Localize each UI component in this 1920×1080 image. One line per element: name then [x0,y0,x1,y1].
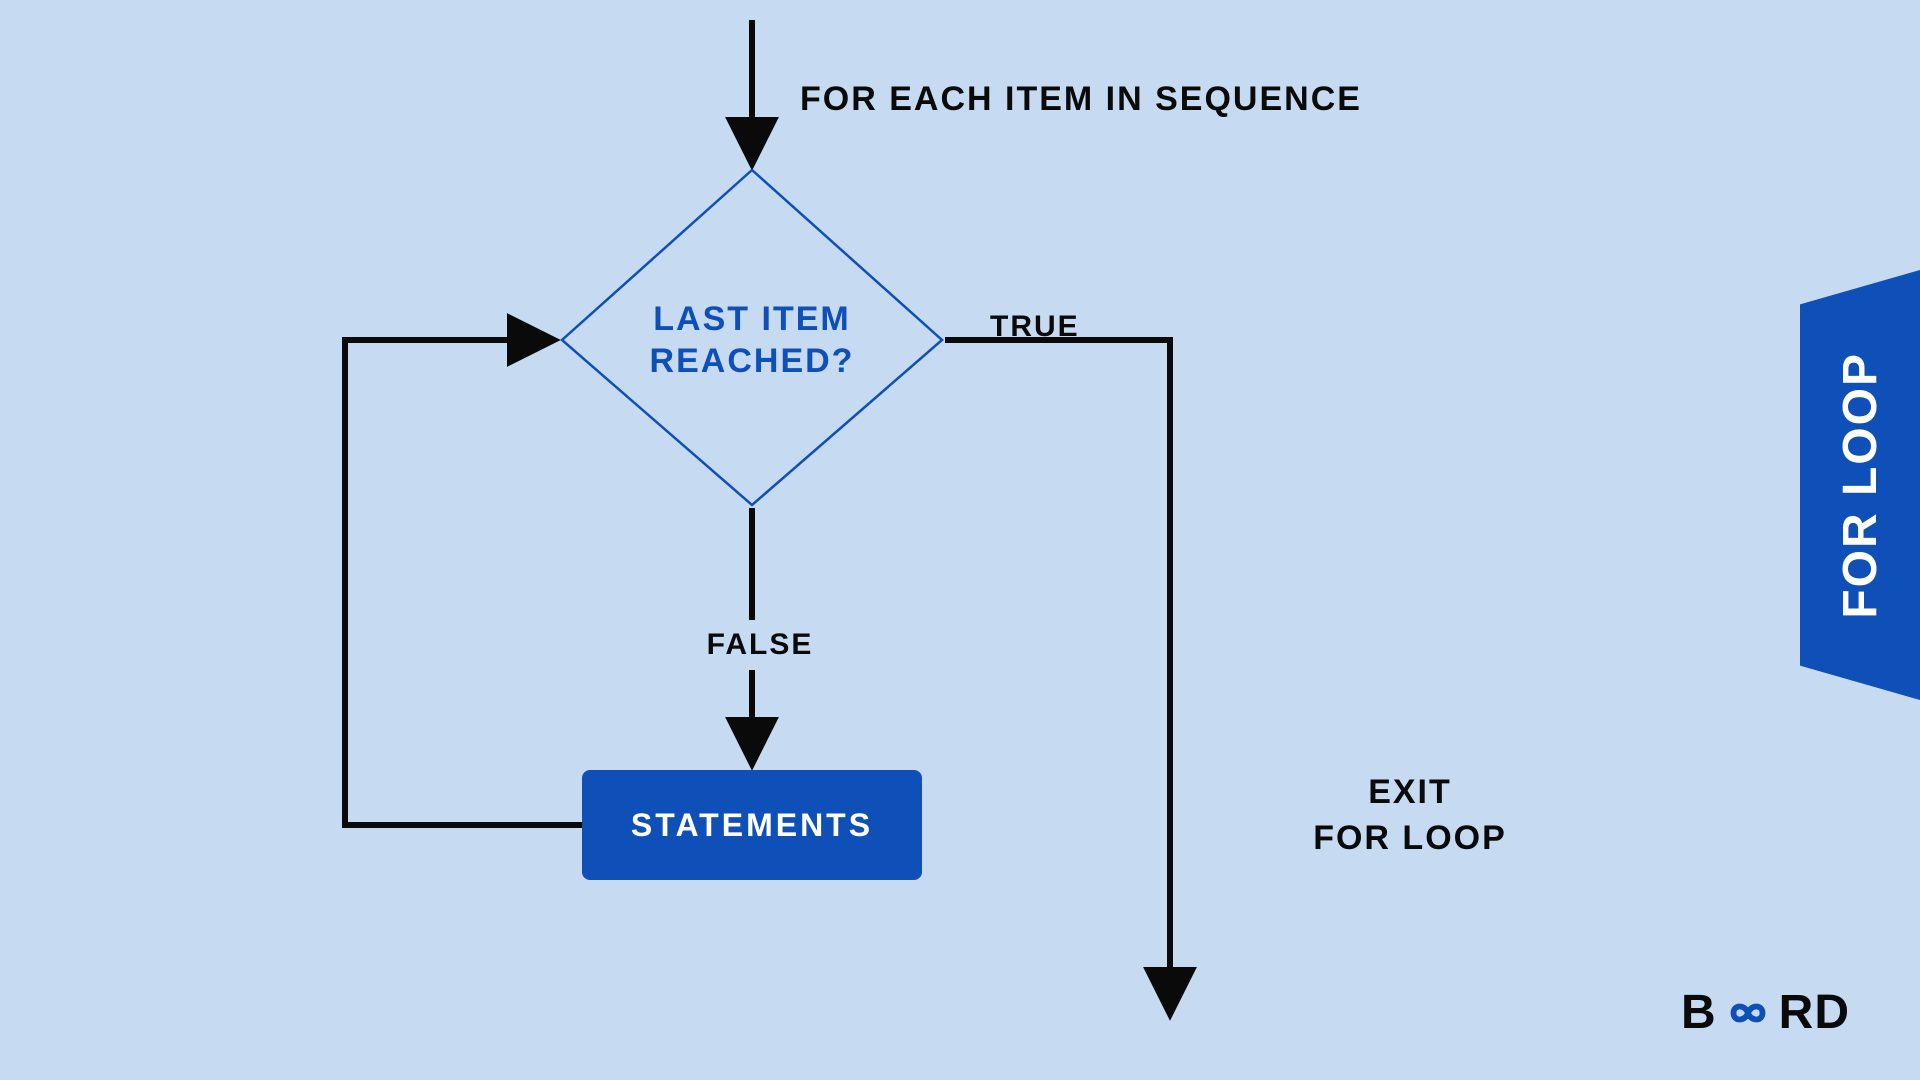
brand-right: RD [1779,985,1850,1040]
arrow-loop-back [345,340,582,825]
label-top-text: FOR EACH ITEM IN SEQUENCE [800,80,1362,118]
process-label: STATEMENTS [631,807,873,844]
label-true-text: TRUE [990,310,1080,343]
decision-line2: REACHED? [650,340,855,383]
infinity-icon [1719,995,1777,1031]
decision-node: LAST ITEM REACHED? [562,170,942,505]
brand-logo: B RD [1681,985,1850,1040]
arrow-decision-true [945,340,1170,1010]
side-tab: FOR LOOP [1800,270,1920,700]
label-true: TRUE [990,310,1160,360]
label-false-text: FALSE [707,628,814,662]
exit-line1: EXIT [1230,770,1590,816]
flowchart-canvas: FOR EACH ITEM IN SEQUENCE LAST ITEM REAC… [0,0,1920,1080]
label-top: FOR EACH ITEM IN SEQUENCE [800,80,1580,140]
label-exit: EXIT FOR LOOP [1230,770,1590,880]
brand-left: B [1681,985,1717,1040]
exit-line2: FOR LOOP [1230,816,1590,862]
label-false: FALSE [680,620,840,670]
side-tab-label: FOR LOOP [1833,352,1888,619]
decision-line1: LAST ITEM [653,298,850,341]
process-node: STATEMENTS [582,770,922,880]
